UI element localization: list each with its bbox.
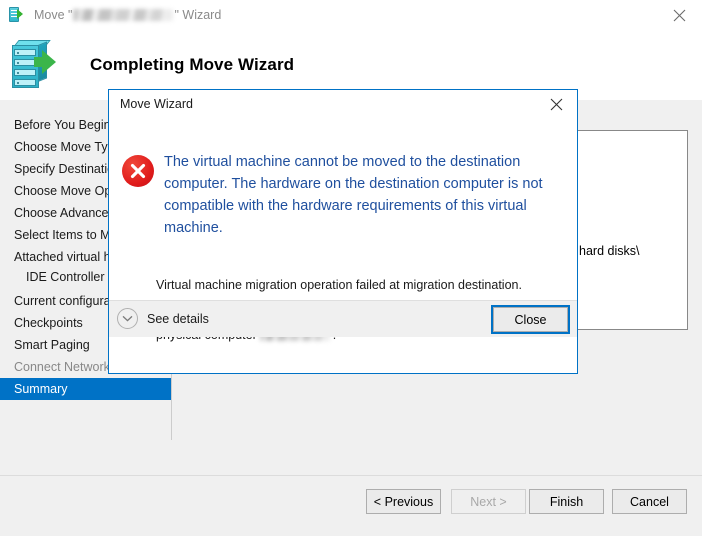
move-wizard-window: Move " " Wizard Completing Move Wizard B: [0, 0, 702, 536]
error-detail-line-1: Virtual machine migration operation fail…: [156, 278, 522, 292]
dialog-titlebar: Move Wizard: [109, 90, 577, 118]
move-wizard-error-dialog: Move Wizard The virtual machine cannot b…: [108, 89, 578, 374]
move-vm-icon: [8, 6, 26, 24]
dialog-close-action-button[interactable]: Close: [491, 305, 570, 334]
window-close-button[interactable]: [656, 0, 702, 30]
finish-button[interactable]: Finish: [529, 489, 604, 514]
dialog-close-button[interactable]: [535, 90, 577, 118]
dialog-title: Move Wizard: [120, 97, 193, 111]
next-button[interactable]: Next >: [451, 489, 526, 514]
window-title-prefix: Move ": [34, 8, 73, 22]
summary-text: hard disks\: [579, 244, 640, 258]
window-title-suffix: " Wizard: [174, 8, 222, 22]
dialog-footer: See details Close: [109, 300, 577, 337]
wizard-button-bar: < Previous Next > Finish Cancel: [0, 475, 702, 536]
dialog-body: The virtual machine cannot be moved to t…: [109, 118, 577, 342]
close-icon: [673, 9, 685, 21]
see-details-label: See details: [147, 311, 209, 326]
page-title: Completing Move Wizard: [90, 55, 295, 74]
error-circle-x-icon: [122, 155, 154, 187]
close-icon: [550, 98, 562, 110]
see-details-toggle[interactable]: See details: [117, 308, 209, 329]
window-titlebar: Move " " Wizard: [0, 0, 702, 30]
chevron-down-circle-icon: [117, 308, 138, 329]
sidebar-item-summary[interactable]: Summary: [0, 378, 172, 400]
server-move-icon: [10, 36, 72, 94]
redacted-vm-name: [73, 9, 174, 21]
error-message: The virtual machine cannot be moved to t…: [164, 154, 543, 236]
window-title: Move " " Wizard: [34, 8, 221, 22]
cancel-button[interactable]: Cancel: [612, 489, 687, 514]
previous-button[interactable]: < Previous: [366, 489, 441, 514]
